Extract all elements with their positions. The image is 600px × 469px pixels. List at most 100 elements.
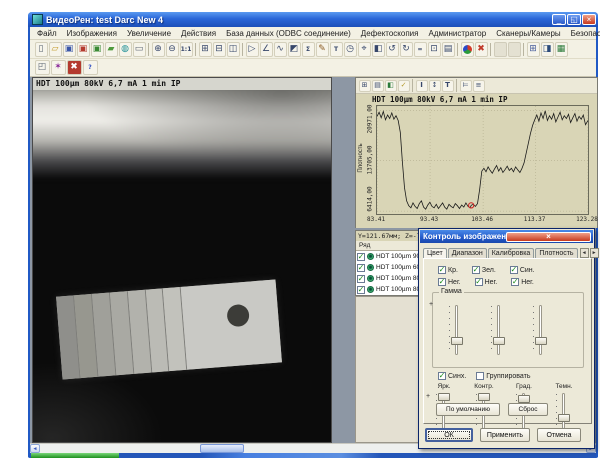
chart-compare-button[interactable]: ⊨ — [460, 80, 472, 92]
new-document-button[interactable]: ▯ — [35, 42, 48, 57]
menu-item-1[interactable]: Изображения — [62, 29, 122, 38]
save-button[interactable]: ▣ — [63, 42, 76, 57]
zoom-out-button[interactable]: ⊖ — [166, 42, 179, 57]
menu-item-6[interactable]: Администратор — [423, 29, 491, 38]
negative-checkbox-2[interactable]: ✓ — [511, 278, 519, 286]
option-0[interactable]: ✓Синх. — [438, 372, 466, 380]
gamma-slider-1[interactable] — [487, 303, 511, 357]
scrollbar-thumb[interactable] — [200, 444, 244, 453]
menu-item-7[interactable]: Сканеры/Камеры — [491, 29, 565, 38]
negative-1[interactable]: ✓Нег. — [475, 278, 498, 286]
pencil-tool-button[interactable]: ✎ — [316, 42, 329, 57]
chart-range-button[interactable]: ↕ — [429, 80, 441, 92]
tab-scroll-arrow-0[interactable]: ◄ — [580, 248, 589, 258]
option-checkbox-1[interactable] — [476, 372, 484, 380]
grid-views-button[interactable]: ⊞ — [527, 42, 540, 57]
rotate-left-button[interactable]: ↺ — [386, 42, 399, 57]
chart-save-button[interactable]: ▤ — [372, 80, 384, 92]
slider-thumb[interactable] — [535, 337, 547, 345]
chart-marker-button[interactable]: T — [442, 80, 454, 92]
restore-button[interactable]: ◱ — [567, 14, 581, 25]
plot-area[interactable] — [376, 105, 589, 215]
slider-thumb[interactable] — [478, 393, 490, 401]
chart-color-button[interactable]: ◧ — [385, 80, 397, 92]
export-image-button[interactable]: ▰ — [105, 42, 118, 57]
slider-thumb[interactable] — [558, 414, 570, 422]
xray-image[interactable] — [33, 90, 331, 442]
globe-button[interactable]: ◍ — [119, 42, 132, 57]
split-horizontal-button[interactable]: ⊟ — [213, 42, 226, 57]
zoom-actual-button[interactable]: 1:1 — [180, 42, 193, 57]
option-1[interactable]: Группировать — [476, 372, 530, 380]
series-checkbox-2[interactable]: ✓ — [357, 275, 365, 283]
chart-apply-button[interactable]: ✓ — [398, 80, 410, 92]
open-folder-button[interactable]: ▱ — [49, 42, 62, 57]
print-preview-button[interactable]: ◰ — [35, 60, 50, 75]
delete-image-button[interactable]: ✖ — [67, 60, 82, 75]
zoom-in-button[interactable]: ⊕ — [152, 42, 165, 57]
menu-item-0[interactable]: Файл — [32, 29, 62, 38]
channel-checkbox-1[interactable]: ✓ — [472, 266, 480, 274]
profile-tool-button[interactable]: ∿ — [274, 42, 287, 57]
region-tool-button[interactable]: ◩ — [288, 42, 301, 57]
negative-checkbox-1[interactable]: ✓ — [475, 278, 483, 286]
channel-checkbox-0[interactable]: ✓ — [438, 266, 446, 274]
slider-thumb[interactable] — [438, 393, 450, 401]
menu-item-2[interactable]: Увеличение — [122, 29, 176, 38]
screen-capture-button[interactable]: ◨ — [541, 42, 554, 57]
tab-3[interactable]: Плотность — [535, 248, 577, 258]
dialog-title-bar[interactable]: Контроль изображения × — [420, 230, 593, 243]
menu-item-5[interactable]: Дефектоскопия — [356, 29, 424, 38]
adjust-slider-3[interactable] — [552, 391, 576, 431]
equalize-button[interactable]: = — [414, 42, 427, 57]
chart-table-button[interactable]: ⊞ — [359, 80, 371, 92]
gamma-slider-0[interactable] — [445, 303, 469, 357]
slider-thumb[interactable] — [493, 337, 505, 345]
option-checkbox-0[interactable]: ✓ — [438, 372, 446, 380]
title-bar[interactable]: ВидеоРен: test Darc New 4 _ ◱ × — [28, 12, 598, 27]
reset-button[interactable]: Сброс — [508, 403, 548, 416]
contrast-tool-button[interactable]: ◧ — [372, 42, 385, 57]
histogram-tool-button[interactable]: Σ — [302, 42, 315, 57]
channel-1[interactable]: ✓Зел. — [472, 266, 496, 274]
chart-vline-button[interactable]: I — [416, 80, 428, 92]
print-button[interactable]: ▭ — [133, 42, 146, 57]
slider-thumb[interactable] — [518, 395, 530, 403]
calendar-tool-button[interactable]: ▦ — [555, 42, 568, 57]
save-green-button[interactable]: ▣ — [91, 42, 104, 57]
rgb-wheel-button[interactable] — [461, 42, 474, 57]
tile-views-button[interactable]: ⊞ — [199, 42, 212, 57]
menu-item-4[interactable]: База данных (ODBC соединение) — [221, 29, 356, 38]
frame-info-button[interactable]: ⊡ — [428, 42, 441, 57]
text-tool-button[interactable]: T — [330, 42, 343, 57]
close-button[interactable]: × — [582, 14, 596, 25]
default-button[interactable]: По умолчанию — [436, 403, 500, 416]
series-checkbox-0[interactable]: ✓ — [357, 253, 365, 261]
series-checkbox-3[interactable]: ✓ — [357, 286, 365, 294]
menu-item-8[interactable]: Безопасность — [566, 29, 600, 38]
save-red-button[interactable]: ▣ — [77, 42, 90, 57]
chart-legend-button[interactable]: ≡ — [473, 80, 485, 92]
filmstrip-button[interactable]: ▤ — [442, 42, 455, 57]
angle-tool-button[interactable]: ∠ — [260, 42, 273, 57]
channel-2[interactable]: ✓Син. — [510, 266, 535, 274]
slider-thumb[interactable] — [451, 337, 463, 345]
negative-checkbox-0[interactable]: ✓ — [438, 278, 446, 286]
channel-0[interactable]: ✓Кр. — [438, 266, 458, 274]
minimize-button[interactable]: _ — [552, 14, 566, 25]
split-vertical-button[interactable]: ◫ — [227, 42, 240, 57]
rotate-right-button[interactable]: ↻ — [400, 42, 413, 57]
negative-0[interactable]: ✓Нег. — [438, 278, 461, 286]
series-checkbox-1[interactable]: ✓ — [357, 264, 365, 272]
scroll-left-arrow[interactable]: ◄ — [30, 444, 40, 453]
profile-chart[interactable]: HDT 100µm 80kV 6,7 mA 1 min IP Плотность… — [356, 94, 597, 228]
tab-scroll-arrow-1[interactable]: ► — [590, 248, 599, 258]
clock-tool-button[interactable]: ◷ — [344, 42, 357, 57]
tab-2[interactable]: Калибровка — [488, 248, 535, 258]
apply-button[interactable]: Применить — [480, 428, 530, 442]
menu-item-3[interactable]: Действия — [176, 29, 221, 38]
negative-2[interactable]: ✓Нег. — [511, 278, 534, 286]
gamma-slider-2[interactable] — [529, 303, 553, 357]
target-tool-button[interactable]: ⌖ — [358, 42, 371, 57]
pointer-tool-button[interactable]: ▷ — [246, 42, 259, 57]
